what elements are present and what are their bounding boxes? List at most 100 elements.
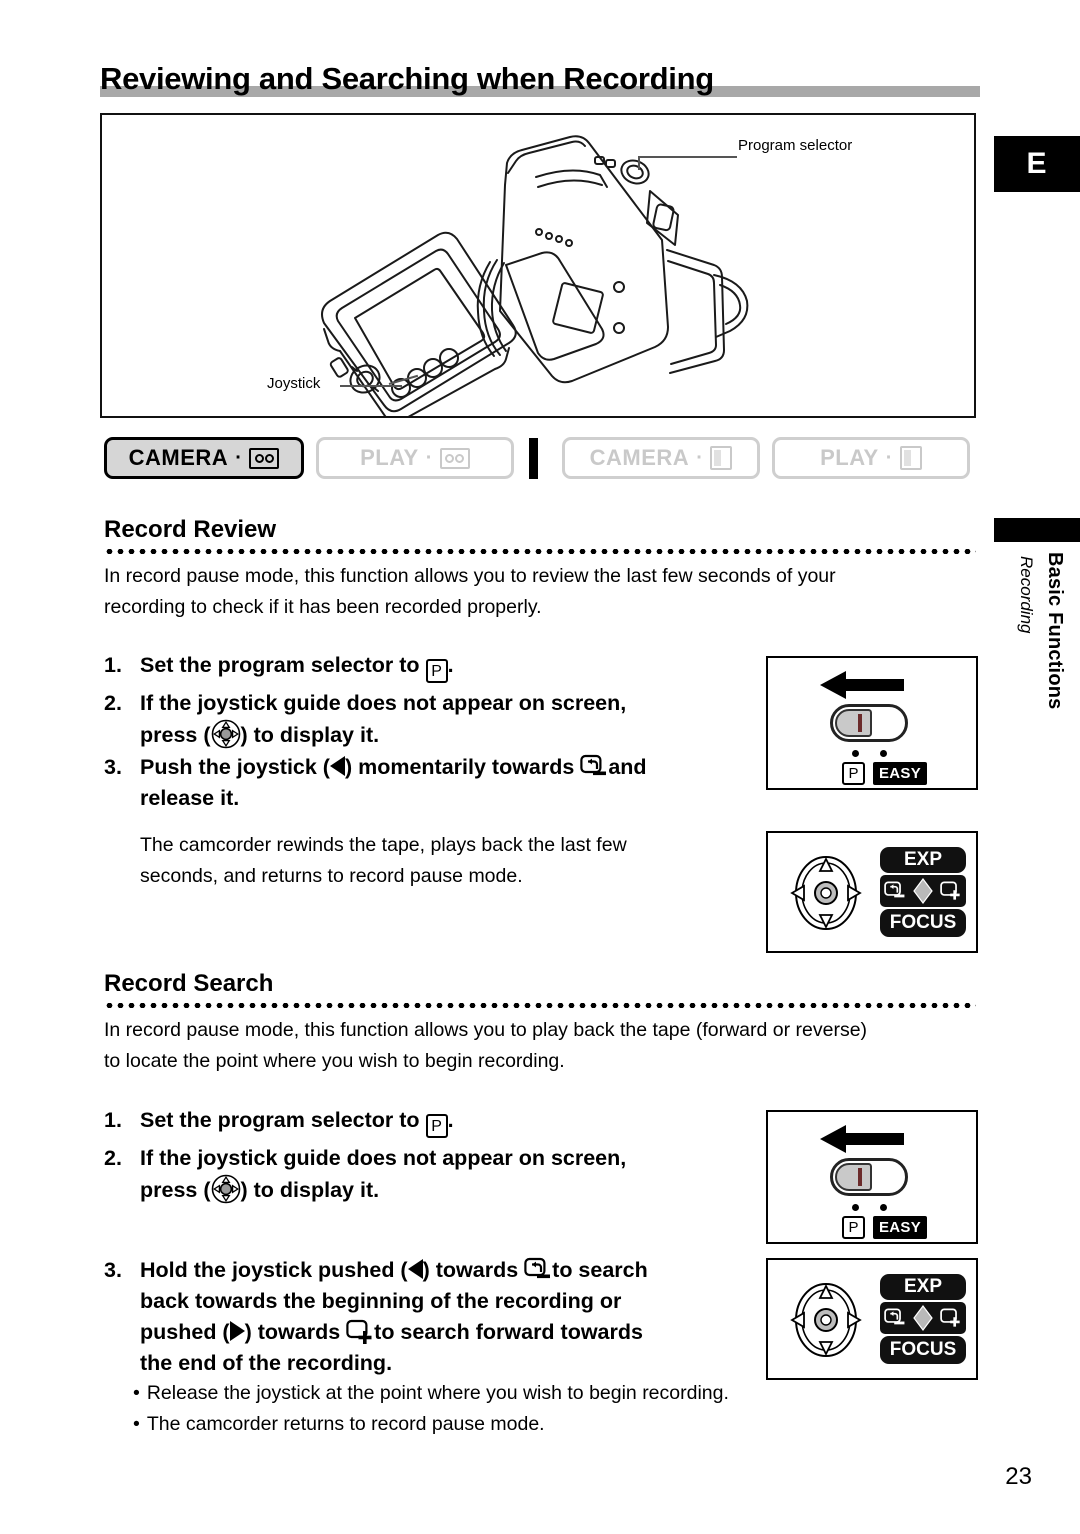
joystick-right-arrow-icon [229, 1321, 245, 1341]
step-text: Set the program selector to [140, 1108, 420, 1132]
step-text-2: press ( [140, 723, 211, 747]
record-search-step-3: 3. Hold the joystick pushed ( ) towards t… [104, 1255, 784, 1379]
record-search-back-icon [524, 1257, 552, 1283]
joystick-vertical-indicator-icon [913, 878, 933, 904]
selector-knob [835, 709, 873, 737]
record-search-forward-icon [940, 1308, 960, 1327]
record-review-step-1: 1. Set the program selector to P. [104, 650, 744, 683]
selector-easy-label: EASY [873, 1216, 927, 1239]
step-text-tail: . [447, 653, 454, 677]
record-search-bullet-2: • The camcorder returns to record pause m… [133, 1409, 545, 1440]
record-search-forward-icon [346, 1319, 374, 1345]
tab-play-card-dot: · [885, 447, 893, 469]
record-search-forward-icon [940, 881, 960, 900]
step-text-2: press ( [140, 1178, 211, 1202]
tab-camera-tape-dot: · [235, 447, 243, 469]
record-search-heading: Record Search [104, 970, 274, 997]
tab-camera-card-label: CAMERA [589, 445, 690, 470]
record-review-result-line1: The camcorder rewinds the tape, plays ba… [140, 834, 627, 856]
step-text: If the joystick guide does not appear on… [140, 691, 627, 715]
program-p-icon: P [425, 659, 448, 683]
mode-tabs: CAMERA · PLAY · CAMERA · PLAY · [104, 437, 980, 481]
tab-play-card-label: PLAY [820, 445, 879, 470]
margin-section-title: Basic Functions [1044, 552, 1066, 710]
memory-card-icon [710, 446, 733, 470]
margin-subsection-title: Recording [1017, 556, 1036, 634]
selector-position-dot-right [880, 1204, 887, 1211]
callout-program-selector-line [639, 156, 737, 158]
step-text-3: ) to display it. [240, 1178, 380, 1202]
bullet-mark: • [133, 1413, 140, 1435]
tab-camera-card[interactable]: CAMERA · [562, 437, 760, 479]
memory-card-icon [899, 446, 922, 470]
step-text: Hold the joystick pushed ( [140, 1258, 408, 1282]
selector-position-dot-left [852, 1204, 859, 1211]
program-selector-figure-review: P EASY [766, 656, 978, 790]
step-text-3: and [608, 755, 647, 779]
selector-position-dot-right [880, 750, 887, 757]
record-review-step-2: 2. If the joystick guide does not appear… [104, 688, 744, 751]
page-title: Reviewing and Searching when Recording [100, 61, 714, 96]
callout-joystick-line [340, 385, 402, 387]
tab-camera-tape[interactable]: CAMERA · [104, 437, 304, 479]
joystick-guide-focus-label: FOCUS [880, 1336, 966, 1364]
selector-knob [835, 1163, 873, 1191]
dpad-icon [790, 856, 862, 930]
selector-p-label: P [842, 1216, 865, 1239]
selector-switch[interactable] [830, 1158, 908, 1196]
record-search-step-1: 1. Set the program selector to P. [104, 1105, 744, 1138]
step-text-tail: . [447, 1108, 454, 1132]
joystick-icon [211, 1174, 241, 1204]
joystick-guide-focus-label: FOCUS [880, 909, 966, 937]
tab-play-tape-dot: · [425, 447, 433, 469]
tab-play-tape[interactable]: PLAY · [316, 437, 514, 479]
step-number: 3. [104, 1258, 122, 1282]
bullet-text: Release the joystick at the point where … [146, 1382, 729, 1404]
tab-camera-card-dot: · [696, 447, 704, 469]
left-arrow-icon [820, 671, 904, 699]
record-search-dotted-rule [104, 1003, 976, 1008]
selector-position-dot-left [852, 750, 859, 757]
joystick-vertical-indicator-icon [913, 1305, 933, 1331]
step-number: 1. [104, 653, 122, 677]
bullet-text: The camcorder returns to record pause mo… [146, 1413, 545, 1435]
bullet-mark: • [133, 1382, 140, 1404]
tab-play-card[interactable]: PLAY · [772, 437, 970, 479]
step-number: 2. [104, 1146, 122, 1170]
joystick-left-arrow-icon [329, 756, 345, 776]
step-number: 1. [104, 1108, 122, 1132]
joystick-left-arrow-icon [407, 1259, 423, 1279]
joystick-guide-middle-row [880, 875, 966, 907]
tab-play-tape-label: PLAY [360, 445, 419, 470]
step-text-6: ) towards [244, 1320, 341, 1344]
joystick-guide-exp-label: EXP [880, 1274, 966, 1300]
step-number: 2. [104, 691, 122, 715]
joystick-guide-figure-search: EXP FOCUS [766, 1258, 978, 1380]
record-search-step-2: 2. If the joystick guide does not appear… [104, 1143, 744, 1206]
language-badge: E [994, 136, 1080, 192]
step-text-7: to search forward towards [374, 1320, 643, 1344]
program-p-icon: P [425, 1114, 448, 1138]
camcorder-illustration-frame: Program selector Joystick [100, 113, 976, 418]
camcorder-illustration [321, 135, 749, 416]
tab-camera-tape-label: CAMERA [128, 445, 229, 470]
record-search-back-icon [580, 754, 608, 780]
selector-switch[interactable] [830, 704, 908, 742]
left-arrow-icon [820, 1125, 904, 1153]
page-header: Reviewing and Searching when Recording [100, 48, 980, 100]
step-number: 3. [104, 755, 122, 779]
selector-easy-label: EASY [873, 762, 927, 785]
step-text: Set the program selector to [140, 653, 420, 677]
tape-icon [439, 447, 470, 469]
step-text-4: release it. [140, 786, 240, 810]
tab-group-separator [529, 438, 538, 479]
tape-icon [249, 447, 280, 469]
dpad-icon [790, 1283, 862, 1357]
record-search-intro-line1: In record pause mode, this function allo… [104, 1019, 868, 1041]
record-review-step-3: 3. Push the joystick () momentarily towa… [104, 752, 784, 814]
record-search-back-icon [884, 1308, 905, 1325]
record-review-intro-line2: recording to check if it has been record… [104, 596, 542, 618]
joystick-icon [211, 719, 241, 749]
step-text-2: ) towards [422, 1258, 519, 1282]
page-number: 23 [1005, 1463, 1032, 1490]
